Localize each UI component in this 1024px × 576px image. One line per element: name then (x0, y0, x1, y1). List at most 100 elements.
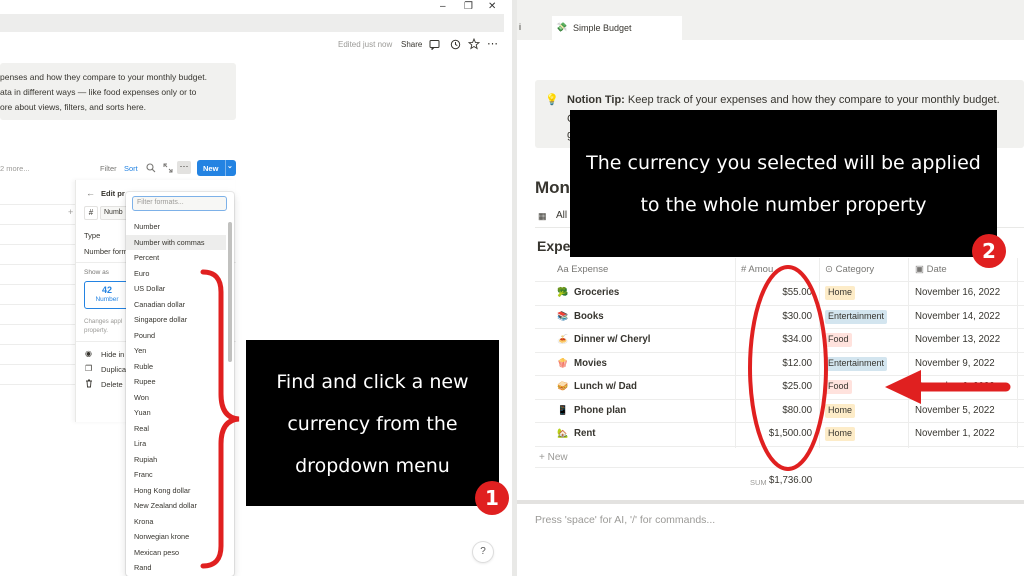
type-label: Type (84, 231, 101, 240)
changes-note: property. (84, 327, 108, 334)
edited-status: Edited just now (338, 40, 393, 49)
duplicate-icon: ❐ (85, 364, 93, 373)
expense-name[interactable]: Rent (574, 428, 596, 439)
number-type-icon[interactable]: # (84, 206, 98, 220)
date-value[interactable]: November 1, 2022 (915, 428, 995, 439)
column-divider (1017, 258, 1018, 448)
expense-name[interactable]: Phone plan (574, 405, 626, 416)
panel-title: Edit pr (101, 189, 125, 198)
money-icon: 💸 (556, 22, 568, 32)
close-icon[interactable]: ✕ (488, 1, 496, 12)
annotation-line: Find and click a new (276, 371, 469, 393)
trash-icon (86, 379, 92, 388)
date-value[interactable]: November 13, 2022 (915, 334, 1000, 345)
row-emoji-icon: 🍝 (557, 334, 569, 344)
tab-title: Simple Budget (573, 23, 632, 33)
date-value[interactable]: November 14, 2022 (915, 311, 1000, 322)
share-button[interactable]: Share (401, 40, 422, 49)
tab-bar: i 💸 Simple Budget (517, 0, 1024, 40)
tab-previous[interactable]: i (519, 22, 521, 32)
filter-button[interactable]: Filter (100, 164, 117, 173)
card-label: Number (95, 296, 119, 303)
step-badge-2: 2 (972, 234, 1006, 268)
expense-name[interactable]: Groceries (574, 287, 619, 298)
restore-icon[interactable]: ❐ (464, 1, 473, 12)
view-tab-all[interactable]: All (556, 210, 567, 221)
expense-name[interactable]: Lunch w/ Dad (574, 381, 637, 392)
expense-name[interactable]: Movies (574, 358, 607, 369)
step-badge-1: 1 (475, 481, 509, 515)
changes-note: Changes appl (84, 318, 123, 325)
sort-button[interactable]: Sort (124, 164, 138, 173)
command-input[interactable]: Press 'space' for AI, '/' for commands..… (535, 514, 715, 526)
annotation-line: The currency you selected will be applie… (586, 152, 981, 174)
row-emoji-icon: 📚 (557, 310, 569, 321)
format-option[interactable]: Percent (126, 250, 226, 266)
format-option[interactable]: Number (126, 219, 226, 235)
eye-icon: ◉ (85, 349, 92, 358)
more-options-icon[interactable]: ⋯ (177, 161, 191, 174)
annotation-line: currency from the (287, 413, 458, 435)
star-icon[interactable] (468, 38, 480, 50)
tip-body: Keep track of your expenses and how they… (624, 94, 1000, 106)
tab-simple-budget[interactable]: 💸 Simple Budget (552, 16, 682, 40)
annotation-line: to the whole number property (640, 194, 927, 216)
sum-value: $1,736.00 (769, 475, 813, 486)
clock-icon[interactable] (450, 39, 461, 50)
notion-tip-box: penses and how they compare to your mont… (0, 63, 236, 120)
new-row-button[interactable]: + New (539, 452, 568, 463)
new-button[interactable]: New ⌄ (197, 160, 236, 176)
text-property-icon: Aa (557, 264, 569, 275)
number-format-label[interactable]: Number form (84, 247, 128, 256)
left-screenshot-panel: – ❐ ✕ Edited just now Share ⋯ penses and… (0, 0, 512, 576)
column-category[interactable]: ⊙ Category (825, 264, 874, 275)
duplicate-option[interactable]: Duplica (101, 365, 126, 374)
tip-text: Notion Tip: Keep track of your expenses … (567, 94, 1000, 106)
hide-option[interactable]: Hide in (101, 350, 124, 359)
show-as-label: Show as (84, 269, 109, 276)
arrow-annotation (885, 370, 1011, 404)
expense-name[interactable]: Books (574, 311, 604, 322)
column-label: Category (835, 264, 875, 275)
lightbulb-icon: 💡 (545, 94, 559, 106)
search-icon[interactable] (146, 163, 156, 173)
more-icon[interactable]: ⋯ (487, 37, 498, 50)
column-divider (908, 258, 909, 448)
filter-formats-input[interactable]: Filter formats... (132, 196, 227, 211)
sum-label: SUM (750, 478, 767, 487)
tip-line: penses and how they compare to your mont… (0, 72, 207, 82)
chevron-down-icon[interactable]: ⌄ (227, 162, 233, 170)
help-button[interactable]: ? (473, 542, 493, 562)
table-rows-background (0, 185, 75, 385)
row-emoji-icon: 🥦 (557, 287, 569, 297)
show-as-number-card[interactable]: 42 Number (84, 281, 130, 309)
column-date[interactable]: ▣ Date (915, 264, 947, 275)
column-label: Date (926, 264, 947, 275)
curly-brace-annotation (200, 269, 240, 569)
annotation-line: dropdown menu (295, 455, 450, 477)
row-emoji-icon: 🥪 (557, 381, 569, 391)
more-views-link[interactable]: 2 more... (0, 164, 30, 173)
table-title: Expe (537, 238, 571, 254)
minimize-icon[interactable]: – (440, 1, 446, 12)
date-value[interactable]: November 16, 2022 (915, 287, 1000, 298)
category-tag[interactable]: Entertainment (825, 309, 888, 324)
expense-name[interactable]: Dinner w/ Cheryl (574, 334, 650, 345)
new-button-label: New (203, 164, 219, 173)
button-divider (225, 160, 226, 176)
column-expense[interactable]: Aa Expense (557, 264, 608, 275)
expand-icon[interactable] (163, 163, 173, 173)
row-emoji-icon: 🍿 (557, 357, 569, 368)
delete-option[interactable]: Delete (101, 380, 123, 389)
comment-icon[interactable] (429, 39, 440, 50)
ellipse-annotation (748, 265, 828, 471)
format-option[interactable]: Number with commas (126, 234, 226, 250)
category-tag[interactable]: Entertainment (825, 356, 888, 371)
back-arrow-icon[interactable]: ← (86, 188, 95, 198)
card-value: 42 (101, 285, 112, 295)
tip-prefix: Notion Tip: (567, 94, 625, 106)
row-emoji-icon: 🏡 (557, 428, 569, 438)
column-label: Expense (571, 264, 609, 275)
tip-line: ore about views, filters, and sorts here… (0, 102, 146, 112)
add-icon[interactable]: + (68, 207, 73, 217)
